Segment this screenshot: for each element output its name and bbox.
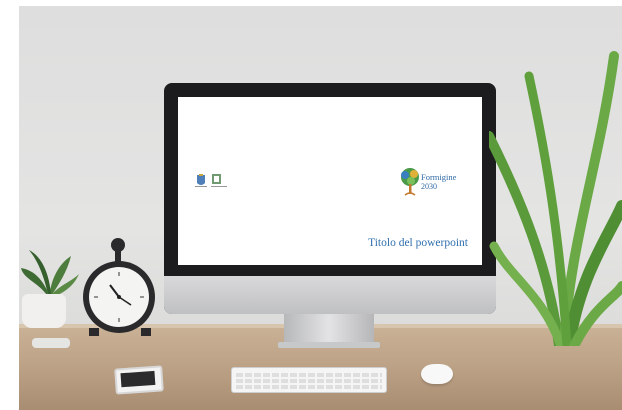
formigine-2030-logo: Formigine 2030 xyxy=(399,167,477,199)
keyboard-keys xyxy=(236,371,382,389)
clock-hands-icon xyxy=(94,272,144,322)
imac-monitor: Formigine 2030 Titolo del powerpoint xyxy=(164,83,496,314)
phone-screen xyxy=(120,370,156,388)
smartphone xyxy=(114,365,164,395)
clock-leg-right xyxy=(141,328,151,336)
fern-plant xyxy=(489,51,622,346)
small-plant xyxy=(21,250,79,298)
municipality-logos-icon xyxy=(195,174,227,187)
alarm-clock xyxy=(83,261,155,333)
clock-leg-left xyxy=(89,328,99,336)
keyboard xyxy=(231,367,387,393)
clock-face xyxy=(89,267,149,327)
tree-icon xyxy=(401,168,419,196)
monitor-stand xyxy=(284,314,374,344)
slide-screen: Formigine 2030 Titolo del powerpoint xyxy=(178,97,482,265)
toy-car xyxy=(32,338,70,348)
slide-title: Titolo del powerpoint xyxy=(368,237,468,249)
monitor-chin xyxy=(164,276,496,314)
desk-photo: Formigine 2030 Titolo del powerpoint xyxy=(19,6,622,410)
plant-pot xyxy=(22,294,66,328)
logo-year-text: 2030 xyxy=(421,182,437,191)
mouse xyxy=(421,364,453,384)
monitor-stand-base xyxy=(278,342,380,348)
logo-brand-text: Formigine xyxy=(421,172,457,182)
